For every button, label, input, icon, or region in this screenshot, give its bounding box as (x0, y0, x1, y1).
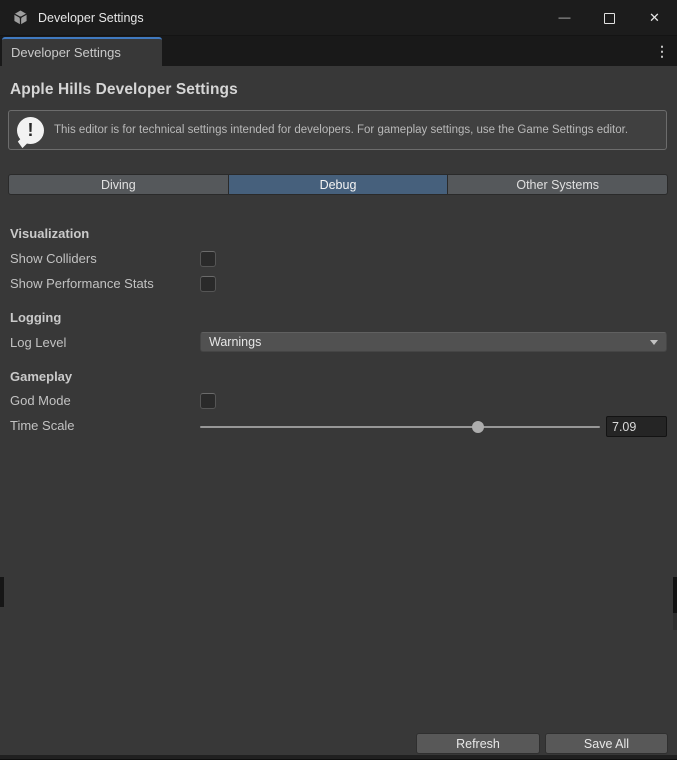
editor-tab-bar: Developer Settings ⋮ (0, 36, 677, 66)
window-edge-artifact (0, 577, 4, 607)
maximize-button[interactable] (587, 0, 632, 36)
mode-tab-group: Diving Debug Other Systems (8, 174, 668, 195)
window-title: Developer Settings (38, 11, 144, 25)
tab-other-systems[interactable]: Other Systems (448, 175, 667, 194)
tab-debug[interactable]: Debug (229, 175, 448, 194)
god-mode-checkbox[interactable] (200, 393, 216, 409)
kebab-menu-icon: ⋮ (655, 43, 669, 60)
window-controls: — ✕ (542, 0, 677, 36)
log-level-label: Log Level (10, 335, 66, 350)
time-scale-slider-track[interactable] (200, 426, 600, 428)
show-colliders-checkbox[interactable] (200, 251, 216, 267)
minimize-button[interactable]: — (542, 0, 587, 36)
time-scale-label: Time Scale (10, 418, 75, 433)
time-scale-slider-thumb[interactable] (472, 421, 484, 433)
window-edge-artifact (673, 577, 677, 613)
maximize-icon (604, 13, 615, 24)
info-helpbox: ! This editor is for technical settings … (8, 110, 667, 150)
refresh-button[interactable]: Refresh (416, 733, 540, 754)
show-performance-stats-label: Show Performance Stats (10, 276, 154, 291)
log-level-dropdown[interactable]: Warnings (200, 332, 667, 352)
show-performance-stats-checkbox[interactable] (200, 276, 216, 292)
close-button[interactable]: ✕ (632, 0, 677, 36)
chevron-down-icon (650, 340, 658, 345)
developer-settings-window: Developer Settings — ✕ Developer Setting… (0, 0, 677, 760)
window-bottom-border (0, 755, 677, 760)
tab-developer-settings[interactable]: Developer Settings (2, 37, 162, 66)
page-title: Apple Hills Developer Settings (10, 81, 238, 99)
window-edge-artifact (673, 613, 677, 630)
tab-label: Developer Settings (11, 45, 121, 60)
log-level-value: Warnings (209, 335, 261, 349)
section-visualization: Visualization (10, 226, 89, 241)
settings-content: Apple Hills Developer Settings ! This ed… (0, 66, 677, 760)
titlebar: Developer Settings — ✕ (0, 0, 677, 36)
info-icon: ! (17, 117, 44, 144)
god-mode-label: God Mode (10, 393, 71, 408)
save-all-button[interactable]: Save All (545, 733, 668, 754)
time-scale-value-field[interactable] (606, 416, 667, 437)
close-icon: ✕ (649, 10, 660, 26)
section-logging: Logging (10, 310, 61, 325)
unity-logo-icon (12, 9, 29, 26)
info-helpbox-text: This editor is for technical settings in… (54, 123, 642, 138)
tab-diving[interactable]: Diving (9, 175, 228, 194)
show-colliders-label: Show Colliders (10, 251, 97, 266)
minimize-icon: — (559, 10, 571, 24)
tab-context-menu-button[interactable]: ⋮ (653, 39, 671, 63)
section-gameplay: Gameplay (10, 369, 72, 384)
